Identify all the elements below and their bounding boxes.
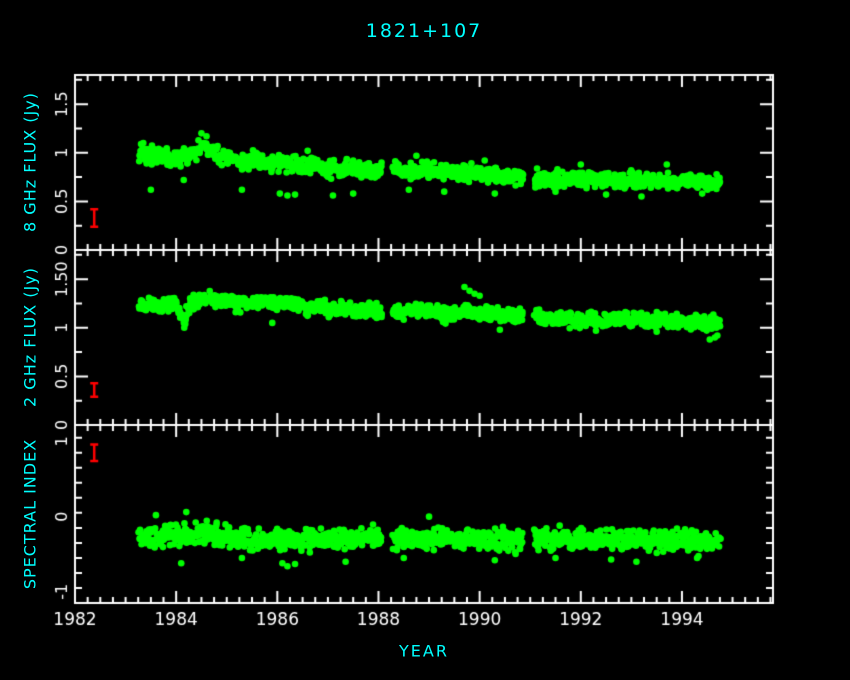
x-axis-label-year: YEAR — [399, 642, 449, 661]
y-axis-label-spectral-index: SPECTRAL INDEX — [21, 439, 40, 589]
y-axis-label-8ghz-flux: 8 GHz FLUX (Jy) — [21, 92, 40, 232]
y-axis-label-2ghz-flux: 2 GHz FLUX (Jy) — [21, 267, 40, 407]
chart-title: 1821+107 — [366, 20, 483, 42]
light-curve-figure: 1821+107 8 GHz FLUX (Jy) 2 GHz FLUX (Jy)… — [0, 0, 850, 680]
plot-canvas — [0, 0, 850, 680]
